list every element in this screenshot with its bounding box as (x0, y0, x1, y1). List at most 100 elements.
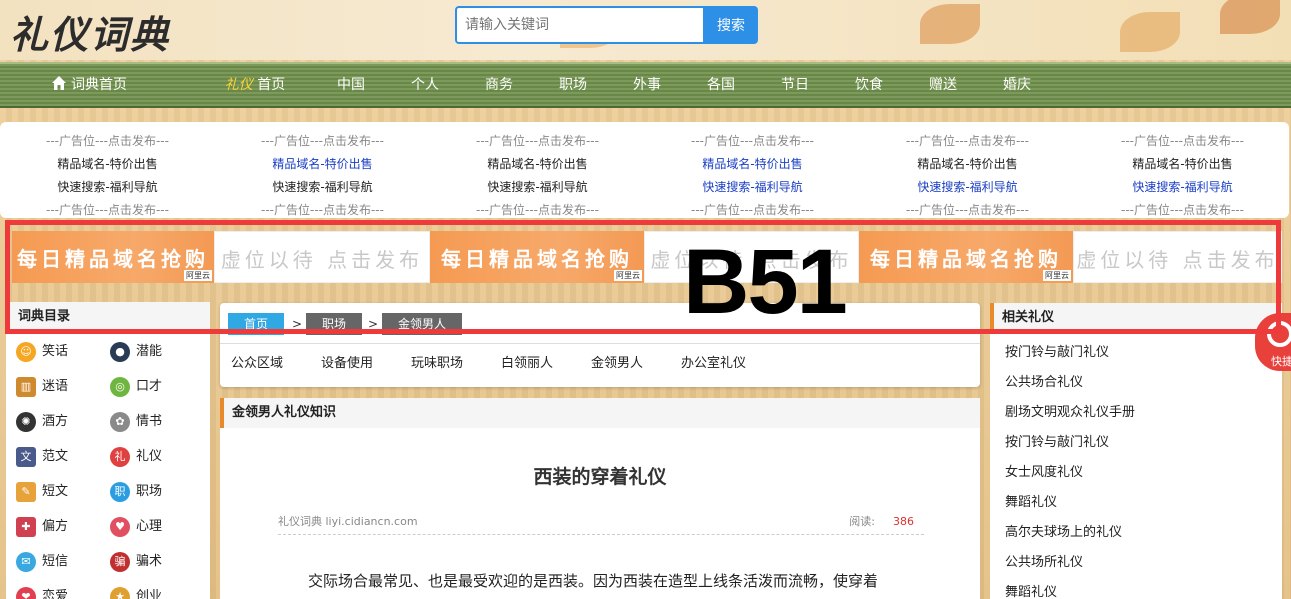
ad-slot-link[interactable]: ---广告位---点击发布--- (860, 199, 1075, 222)
ad-search-link[interactable]: 快速搜索-福利导航 (215, 176, 430, 199)
nav-item-diet[interactable]: 饮食 (844, 64, 894, 106)
category-icon: ☺ (16, 342, 36, 362)
ad-slot-link[interactable]: ---广告位---点击发布--- (645, 130, 860, 153)
nav-item-foreign[interactable]: 外事 (622, 64, 672, 106)
subnav-item[interactable]: 设备使用 (321, 352, 373, 371)
related-link[interactable]: 舞蹈礼仪 (1005, 581, 1057, 599)
ad-search-link[interactable]: 快速搜索-福利导航 (430, 176, 645, 199)
ad-column: ---广告位---点击发布--- 精品域名-特价出售 快速搜索-福利导航 ---… (0, 130, 215, 222)
ad-slot-link[interactable]: ---广告位---点击发布--- (0, 199, 215, 222)
subnav-item[interactable]: 金领男人 (591, 352, 643, 371)
ad-domain-link[interactable]: 精品域名-特价出售 (1075, 153, 1290, 176)
ad-slot-link[interactable]: ---广告位---点击发布--- (215, 130, 430, 153)
home-icon (52, 76, 66, 90)
ad-search-link[interactable]: 快速搜索-福利导航 (0, 176, 215, 199)
banner-domain-sale[interactable]: 每日精品域名抢购 阿里云 (12, 231, 214, 283)
nav-item-wedding[interactable]: 婚庆 (992, 64, 1042, 106)
related-link[interactable]: 剧场文明观众礼仪手册 (1005, 401, 1135, 420)
article-title: 西装的穿着礼仪 (533, 466, 667, 488)
nav-item-workplace[interactable]: 职场 (548, 64, 598, 106)
banner-text: 虚位以待 点击发布 (220, 248, 424, 272)
banner-text: 每日精品域名抢购 (441, 247, 633, 271)
ad-slot-link[interactable]: ---广告位---点击发布--- (1075, 130, 1290, 153)
category-icon: ◎ (110, 377, 130, 397)
breadcrumb-workplace[interactable]: 职场 (306, 313, 363, 335)
related-link[interactable]: 按门铃与敲门礼仪 (1005, 431, 1109, 450)
ad-domain-link[interactable]: 精品域名-特价出售 (215, 153, 430, 176)
related-link[interactable]: 按门铃与敲门礼仪 (1005, 341, 1109, 360)
sidebar-item-label: 心理 (136, 519, 163, 534)
breadcrumb-current[interactable]: 金领男人 (382, 313, 463, 335)
related-sidebar: 相关礼仪 按门铃与敲门礼仪 公共场合礼仪 剧场文明观众礼仪手册 按门铃与敲门礼仪… (990, 303, 1282, 599)
sidebar-title: 词典目录 (6, 302, 210, 332)
nav-item-business[interactable]: 商务 (474, 64, 524, 106)
related-link[interactable]: 舞蹈礼仪 (1005, 491, 1057, 510)
ad-slot-link[interactable]: ---广告位---点击发布--- (215, 199, 430, 222)
nav-liyi-home[interactable]: 礼仪 首页 (218, 64, 292, 106)
banner-vacant[interactable]: 虚位以待 点击发布 (214, 231, 430, 283)
ad-search-link[interactable]: 快速搜索-福利导航 (860, 176, 1075, 199)
related-link[interactable]: 女士风度礼仪 (1005, 461, 1083, 480)
breadcrumb-separator: > (292, 317, 303, 331)
nav-item-festivals[interactable]: 节日 (770, 64, 820, 106)
annotation-label: B51 (683, 231, 848, 333)
subnav-item[interactable]: 公众区域 (231, 352, 283, 371)
sidebar-item-label: 短信 (42, 554, 69, 569)
ad-slot-link[interactable]: ---广告位---点击发布--- (0, 130, 215, 153)
nav-item-gifts[interactable]: 赠送 (918, 64, 968, 106)
article-source: 礼仪词典 liyi.cidiancn.com (278, 515, 418, 528)
ad-slot-link[interactable]: ---广告位---点击发布--- (430, 130, 645, 153)
nav-liyi-highlight: 礼仪 (224, 77, 253, 93)
category-icon: ★ (110, 587, 130, 599)
category-icon: ♥ (110, 517, 130, 537)
nav-item-china[interactable]: 中国 (326, 64, 376, 106)
sidebar-item-label: 礼仪 (136, 449, 163, 464)
site-logo[interactable]: 礼仪词典 (10, 4, 170, 59)
nav-item-countries[interactable]: 各国 (696, 64, 746, 106)
ad-slot-link[interactable]: ---广告位---点击发布--- (430, 199, 645, 222)
ad-slot-link[interactable]: ---广告位---点击发布--- (1075, 199, 1290, 222)
banner-domain-sale[interactable]: 每日精品域名抢购 阿里云 (430, 231, 644, 283)
subnav-item[interactable]: 办公室礼仪 (681, 352, 746, 371)
ad-domain-link[interactable]: 精品域名-特价出售 (0, 153, 215, 176)
quick-float-button[interactable]: 快捷 (1255, 313, 1291, 371)
sidebar-item-label: 职场 (136, 484, 163, 499)
breadcrumb-home[interactable]: 首页 (228, 313, 285, 335)
banner-domain-sale[interactable]: 每日精品域名抢购 阿里云 (859, 231, 1073, 283)
sidebar-item-label: 笑话 (42, 344, 69, 359)
main-nav: 词典首页 礼仪 首页 中国 个人 商务 职场 外事 各国 节日 饮食 赠送 婚庆 (0, 62, 1291, 108)
decor-leaf-icon (1220, 0, 1280, 34)
ad-domain-link[interactable]: 精品域名-特价出售 (860, 153, 1075, 176)
ad-column: ---广告位---点击发布--- 精品域名-特价出售 快速搜索-福利导航 ---… (1075, 130, 1290, 222)
read-count: 386 (893, 515, 914, 528)
sidebar-item-label: 口才 (136, 379, 163, 394)
related-link[interactable]: 高尔夫球场上的礼仪 (1005, 521, 1122, 540)
ad-domain-link[interactable]: 精品域名-特价出售 (430, 153, 645, 176)
sidebar-item-label: 情书 (136, 414, 163, 429)
related-link[interactable]: 公共场合礼仪 (1005, 371, 1083, 390)
category-sidebar: 词典目录 ☺ 笑话 ● 潜能 ▥ 迷语 ◎ 口才 ✺ 酒方 ✿ 情书 文范文 礼礼仪 ✎ 短文… (6, 302, 210, 599)
ad-domain-link[interactable]: 精品域名-特价出售 (645, 153, 860, 176)
banner-vacant[interactable]: 虚位以待 点击发布 (1073, 231, 1282, 283)
category-icon: ✉ (16, 552, 36, 572)
ad-slot-link[interactable]: ---广告位---点击发布--- (860, 130, 1075, 153)
sidebar-item-label: 范文 (42, 449, 69, 464)
subnav-item[interactable]: 玩味职场 (411, 352, 463, 371)
nav-item-personal[interactable]: 个人 (400, 64, 450, 106)
article-section-title: 金领男人礼仪知识 (220, 398, 980, 428)
category-icon: ✚ (16, 517, 36, 537)
ad-column: ---广告位---点击发布--- 精品域名-特价出售 快速搜索-福利导航 ---… (860, 130, 1075, 222)
sidebar-item-label: 短文 (42, 484, 69, 499)
banner-text: 每日精品域名抢购 (870, 247, 1062, 271)
nav-home[interactable]: 词典首页 (44, 64, 134, 106)
sidebar-item-label: 骗术 (136, 554, 163, 569)
sidebar-item-label: 恋爱 (42, 589, 69, 599)
search-input[interactable] (455, 6, 705, 44)
ad-search-link[interactable]: 快速搜索-福利导航 (645, 176, 860, 199)
related-link[interactable]: 公共场所礼仪 (1005, 551, 1083, 570)
ad-slot-link[interactable]: ---广告位---点击发布--- (645, 199, 860, 222)
search-button[interactable]: 搜索 (704, 6, 758, 44)
subnav-item[interactable]: 白领丽人 (501, 352, 553, 371)
sidebar-item-label: 创业 (136, 589, 163, 599)
ad-search-link[interactable]: 快速搜索-福利导航 (1075, 176, 1290, 199)
